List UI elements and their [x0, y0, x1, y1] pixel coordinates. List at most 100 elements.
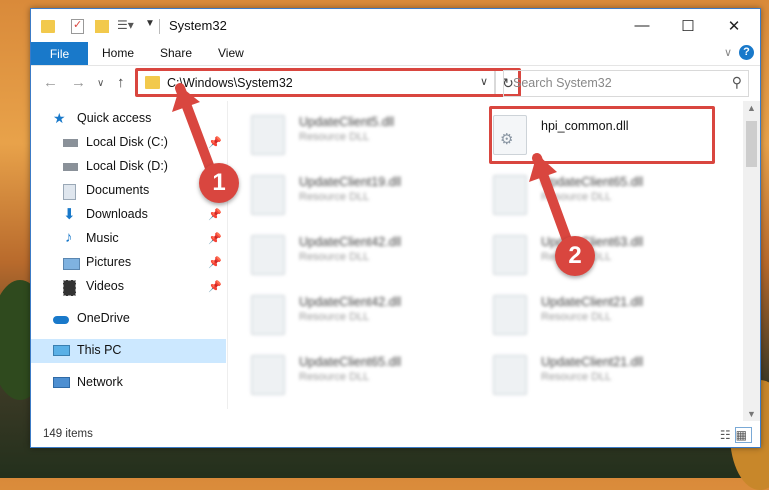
file-name: UpdateClient42.dll: [299, 295, 402, 309]
file-name: UpdateClient65.dll: [299, 355, 402, 369]
scroll-up-icon[interactable]: ▲: [747, 103, 756, 113]
list-item[interactable]: UpdateClient21.dll Resource DLL: [483, 349, 703, 401]
window-title: System32: [169, 18, 227, 33]
file-type: Resource DLL: [541, 371, 612, 383]
tab-share[interactable]: Share: [160, 46, 192, 60]
videos-icon: [63, 280, 76, 296]
search-placeholder: Search System32: [513, 76, 612, 90]
forward-icon[interactable]: →: [71, 74, 86, 91]
file-name: UpdateClient5.dll: [299, 115, 395, 129]
file-name: UpdateClient42.dll: [299, 235, 402, 249]
file-name: UpdateClient21.dll: [541, 295, 644, 309]
pin-icon[interactable]: 📌: [208, 280, 222, 293]
pin-icon[interactable]: 📌: [208, 232, 222, 245]
search-input[interactable]: Search System32 ⚲: [503, 70, 749, 97]
sidebar-item-label: Local Disk (D:): [86, 159, 168, 173]
sidebar-item-videos[interactable]: Videos 📌: [31, 275, 226, 299]
folder-icon: [41, 20, 55, 33]
file-name: UpdateClient19.dll: [299, 175, 402, 189]
minimize-button[interactable]: —: [619, 9, 665, 42]
sidebar-item-label: Pictures: [86, 255, 132, 269]
file-type: Resource DLL: [541, 311, 612, 323]
sidebar-item-label: OneDrive: [77, 311, 130, 325]
view-toggle[interactable]: ☷▦: [720, 427, 752, 443]
network-icon: [53, 377, 70, 388]
scroll-down-icon[interactable]: ▼: [747, 409, 756, 419]
sidebar-item-label: Music: [86, 231, 119, 245]
sidebar-item-pictures[interactable]: Pictures 📌: [31, 251, 226, 275]
dll-file-icon: [251, 235, 285, 275]
drive-icon: [63, 139, 78, 147]
music-icon: ♪: [65, 229, 73, 246]
sidebar-item-label: Quick access: [77, 111, 152, 125]
sidebar-item-label: Local Disk (C:): [86, 135, 168, 149]
sidebar-item-this-pc[interactable]: This PC: [31, 339, 226, 363]
details-view-icon[interactable]: ☷: [720, 428, 735, 442]
view-options-icon[interactable]: ☰▾: [117, 18, 134, 34]
dll-file-icon: [251, 295, 285, 335]
title-bar: ✓ ☰▾ ▼ System32 — ☐ ✕: [31, 9, 760, 42]
file-highlight-box: [489, 106, 715, 164]
cloud-icon: [53, 316, 69, 324]
new-folder-icon[interactable]: [95, 20, 109, 33]
back-icon[interactable]: ←: [43, 74, 58, 91]
step-1-badge: 1: [199, 163, 239, 203]
close-button[interactable]: ✕: [711, 9, 757, 42]
large-icons-view-icon[interactable]: ▦: [734, 427, 752, 443]
dll-file-icon: [251, 115, 285, 155]
tab-file[interactable]: File: [31, 42, 88, 65]
list-item[interactable]: UpdateClient42.dll Resource DLL: [241, 289, 461, 341]
sidebar-item-label: This PC: [77, 343, 122, 357]
tab-home[interactable]: Home: [102, 46, 134, 60]
sidebar-item-onedrive[interactable]: OneDrive: [31, 307, 226, 331]
dll-file-icon: [493, 355, 527, 395]
file-type: Resource DLL: [299, 251, 370, 263]
pin-icon[interactable]: 📌: [208, 208, 222, 221]
file-type: Resource DLL: [299, 311, 370, 323]
vertical-scrollbar[interactable]: ▲ ▼: [743, 101, 760, 421]
sidebar-item-label: Network: [77, 375, 123, 389]
tab-view[interactable]: View: [218, 46, 244, 60]
list-item[interactable]: UpdateClient65.dll Resource DLL: [241, 349, 461, 401]
sidebar-item-music[interactable]: ♪ Music 📌: [31, 227, 226, 251]
sidebar-item-label: Documents: [86, 183, 150, 197]
documents-icon: [63, 184, 76, 200]
explorer-window: ✓ ☰▾ ▼ System32 — ☐ ✕ File Home Share Vi…: [30, 8, 761, 448]
file-type: Resource DLL: [299, 131, 370, 143]
list-item[interactable]: UpdateClient19.dll Resource DLL: [241, 169, 461, 221]
navigation-bar: ← → ∨ ↑ C:\Windows\System32 ∨ ↻ Search S…: [31, 66, 760, 100]
file-type: Resource DLL: [299, 191, 370, 203]
recent-locations-icon[interactable]: ∨: [97, 78, 104, 89]
properties-icon[interactable]: ✓: [71, 19, 84, 34]
search-icon[interactable]: ⚲: [732, 74, 742, 91]
dll-file-icon: [493, 295, 527, 335]
computer-icon: [53, 345, 70, 356]
sidebar-item-label: Videos: [86, 279, 124, 293]
ribbon: File Home Share View ∨ ?: [31, 42, 760, 66]
expand-ribbon-icon[interactable]: ∨: [724, 46, 732, 59]
scrollbar-thumb[interactable]: [746, 121, 757, 167]
download-icon: ⬇: [63, 206, 76, 223]
item-count: 149 items: [43, 428, 93, 440]
help-icon[interactable]: ?: [739, 45, 754, 60]
drive-icon: [63, 163, 78, 171]
list-item[interactable]: UpdateClient42.dll Resource DLL: [241, 229, 461, 281]
file-name: UpdateClient21.dll: [541, 355, 644, 369]
dll-file-icon: [493, 175, 527, 215]
sidebar-item-network[interactable]: Network: [31, 371, 226, 395]
sidebar-item-label: Downloads: [86, 207, 148, 221]
pin-icon[interactable]: 📌: [208, 256, 222, 269]
sidebar-item-downloads[interactable]: ⬇ Downloads 📌: [31, 203, 226, 227]
dll-file-icon: [251, 355, 285, 395]
dll-file-icon: [251, 175, 285, 215]
list-item[interactable]: UpdateClient5.dll Resource DLL: [241, 109, 461, 161]
pictures-icon: [63, 258, 80, 270]
star-icon: ★: [53, 110, 66, 126]
step-2-badge: 2: [555, 236, 595, 276]
status-bar: 149 items ☷▦: [31, 423, 760, 447]
maximize-button[interactable]: ☐: [665, 9, 711, 42]
customize-toolbar-icon[interactable]: ▼: [145, 18, 159, 34]
up-icon[interactable]: ↑: [117, 74, 125, 91]
title-separator: [159, 19, 160, 34]
list-item[interactable]: UpdateClient21.dll Resource DLL: [483, 289, 703, 341]
